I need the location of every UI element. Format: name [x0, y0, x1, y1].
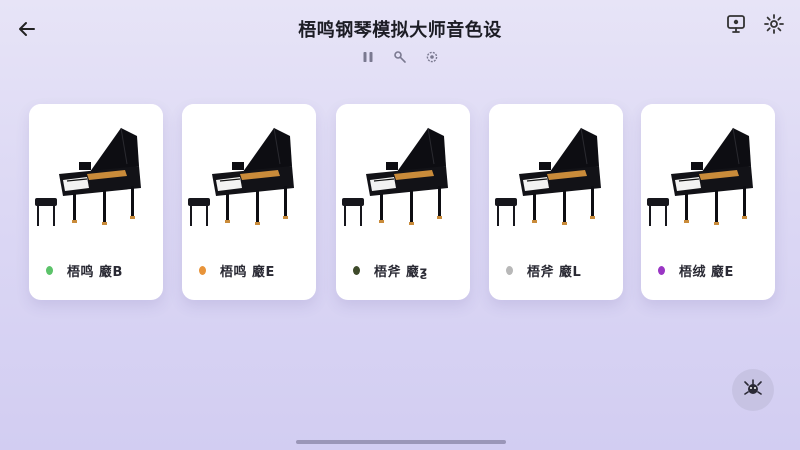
piano-card[interactable]: 梧鸣 黀B	[29, 104, 163, 300]
monitor-button[interactable]	[724, 14, 748, 38]
piano-label: 梧鸣 黀E	[220, 264, 275, 280]
piano-image	[641, 104, 775, 242]
tune-button[interactable]	[392, 50, 408, 66]
piano-card[interactable]: 梧鸣 黀E	[182, 104, 316, 300]
page-title: 梧鸣钢琴模拟大师音色设	[298, 20, 502, 41]
status-dot	[199, 265, 206, 275]
mini-toolbar	[0, 50, 800, 66]
piano-label: 梧鸣 黀B	[67, 264, 123, 280]
status-dot	[506, 265, 513, 275]
status-dot	[658, 265, 665, 275]
status-dot	[353, 265, 360, 275]
pause-icon	[361, 49, 375, 68]
top-bar: 梧鸣钢琴模拟大师音色设	[0, 0, 800, 63]
piano-card[interactable]: 梧斧 黀ƺ	[336, 104, 470, 300]
crab-robot-icon	[742, 377, 764, 403]
settings-button[interactable]	[762, 14, 786, 38]
home-indicator[interactable]	[296, 440, 506, 444]
pause-button[interactable]	[360, 50, 376, 66]
piano-label: 梧斧 黀L	[527, 264, 582, 280]
tune-icon	[393, 49, 407, 68]
floating-action-button[interactable]	[732, 369, 774, 411]
status-dot	[46, 265, 53, 275]
piano-image	[182, 104, 316, 242]
piano-label: 梧斧 黀ƺ	[374, 264, 428, 280]
piano-image	[29, 104, 163, 242]
settings-small-icon	[425, 49, 439, 68]
piano-label: 梧绒 黀E	[679, 264, 734, 280]
small-settings-button[interactable]	[424, 50, 440, 66]
monitor-icon	[725, 13, 747, 39]
piano-image	[336, 104, 470, 242]
piano-card[interactable]: 梧斧 黀L	[489, 104, 623, 300]
gear-icon	[763, 13, 785, 39]
piano-image	[489, 104, 623, 242]
piano-card[interactable]: 梧绒 黀E	[641, 104, 775, 300]
top-right-actions	[724, 14, 786, 38]
piano-card-list: 梧鸣 黀B 梧鸣 黀E 梧斧 黀ƺ 梧斧 黀L 梧绒 黀E	[29, 104, 775, 304]
